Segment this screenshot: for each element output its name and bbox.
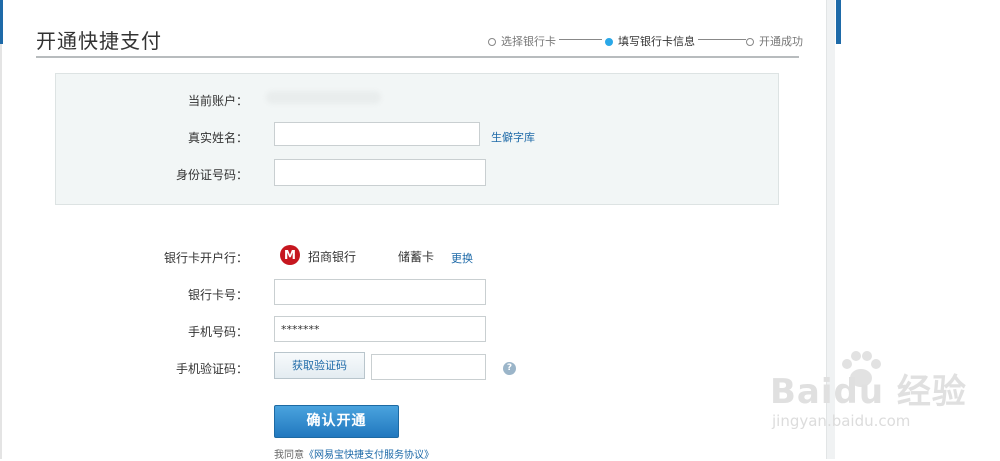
watermark-url: jingyan.baidu.com <box>772 412 911 430</box>
card-number-input[interactable] <box>274 279 486 305</box>
current-account-label: 当前账户： <box>187 94 248 108</box>
left-accent-bar <box>0 0 3 44</box>
current-account-value-masked <box>266 91 381 104</box>
confirm-open-button[interactable]: 确认开通 <box>274 405 399 438</box>
agreement-link[interactable]: 《网易宝快捷支付服务协议》 <box>304 450 434 461</box>
step-label: 填写银行卡信息 <box>618 35 695 48</box>
step-connector <box>559 39 602 40</box>
card-type: 储蓄卡 <box>398 250 435 264</box>
step-fill-info: 填写银行卡信息 <box>605 33 695 49</box>
rare-char-link[interactable]: 生僻字库 <box>491 129 535 145</box>
cmb-logo-icon: M <box>280 245 300 265</box>
step-label: 开通成功 <box>759 35 803 48</box>
sms-code-label: 手机验证码： <box>175 362 248 376</box>
baidu-watermark: Baidu 经验 jingyan.baidu.com <box>770 350 966 440</box>
watermark-brand: Baidu 经验 <box>770 372 967 412</box>
get-code-button[interactable]: 获取验证码 <box>274 352 365 379</box>
step-connector <box>698 39 746 40</box>
step-label: 选择银行卡 <box>501 35 556 48</box>
id-number-label: 身份证号码： <box>175 168 248 182</box>
step-dot-active-icon <box>605 38 613 46</box>
page-title: 开通快捷支付 <box>36 29 162 53</box>
step-success: 开通成功 <box>746 33 803 49</box>
right-accent-bar <box>836 0 841 44</box>
cmb-logo-glyph: M <box>284 248 296 262</box>
left-border <box>0 0 2 459</box>
step-dot-icon <box>488 38 496 46</box>
step-select-card: 选择银行卡 <box>488 33 556 49</box>
phone-input[interactable] <box>274 316 486 342</box>
id-number-input[interactable] <box>274 159 486 186</box>
bank-name: 招商银行 <box>308 250 357 264</box>
real-name-label: 真实姓名： <box>187 131 248 145</box>
agree-prefix: 我同意 <box>274 450 304 461</box>
change-bank-link[interactable]: 更换 <box>451 250 473 266</box>
bank-label: 银行卡开户行： <box>163 251 248 265</box>
card-number-label: 银行卡号： <box>187 288 248 302</box>
real-name-input[interactable] <box>274 122 480 146</box>
question-circle-icon[interactable]: ? <box>503 362 516 375</box>
sms-code-input[interactable] <box>371 354 486 380</box>
title-divider <box>36 56 799 58</box>
step-dot-icon <box>746 38 754 46</box>
phone-label: 手机号码： <box>187 325 248 339</box>
